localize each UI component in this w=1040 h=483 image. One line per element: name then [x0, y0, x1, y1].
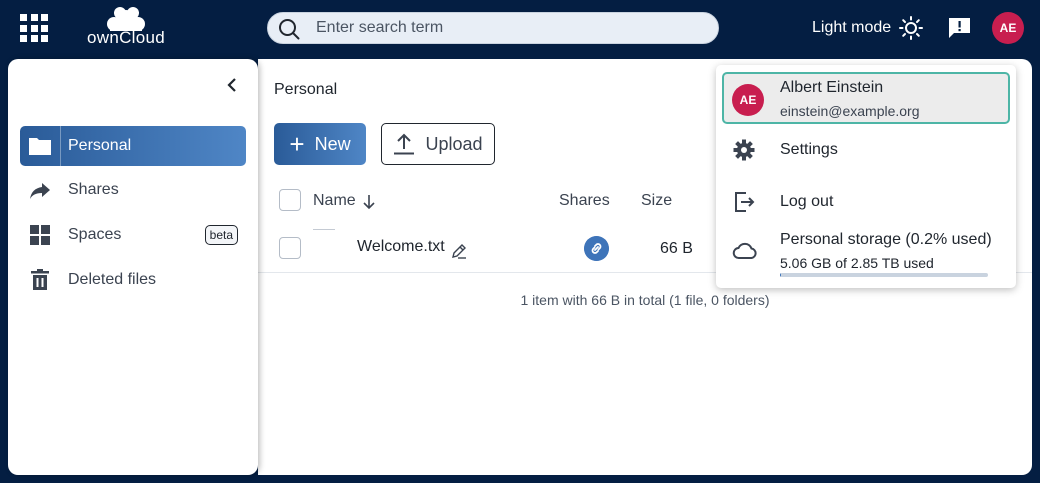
sun-icon — [899, 16, 924, 40]
sidebar-item-spaces[interactable]: Spaces beta — [20, 215, 246, 255]
profile-name: Albert Einstein — [780, 79, 884, 96]
profile-menu-item[interactable]: AE Albert Einstein einstein@example.org — [722, 72, 1010, 124]
grid-icon — [30, 225, 50, 245]
cloud-icon — [732, 242, 757, 259]
app-switcher-button[interactable] — [20, 14, 48, 42]
sidebar-item-label: Personal — [68, 137, 132, 154]
logout-menu-item[interactable]: Log out — [732, 188, 1002, 216]
sidebar-item-label: Deleted files — [68, 271, 157, 288]
user-menu-dropdown: AE Albert Einstein einstein@example.org … — [716, 65, 1016, 288]
file-thumbnail — [313, 229, 335, 230]
new-button-label: New — [314, 133, 351, 154]
grid-dot-icon — [20, 14, 27, 21]
logout-icon — [735, 192, 755, 212]
grid-dot-icon — [30, 14, 38, 21]
trash-icon — [31, 269, 49, 290]
folder-icon — [29, 138, 51, 155]
theme-toggle-label: Light mode — [812, 19, 892, 36]
grid-dot-icon — [20, 24, 27, 32]
column-header-shares[interactable]: Shares — [559, 192, 610, 210]
file-count-summary: 1 item with 66 B in total (1 file, 0 fol… — [520, 292, 770, 308]
grid-dot-icon — [41, 14, 48, 21]
grid-dot-icon — [30, 24, 38, 32]
search-icon — [279, 19, 300, 40]
storage-title: Personal storage (0.2% used) — [780, 231, 992, 248]
sidebar-item-label: Spaces — [68, 226, 122, 243]
file-name-link[interactable]: Welcome.txt — [357, 238, 445, 256]
plus-icon: + — [289, 129, 305, 159]
settings-label: Settings — [780, 141, 838, 158]
feedback-icon[interactable] — [948, 17, 971, 39]
theme-toggle-button[interactable]: Light mode — [812, 14, 924, 42]
grid-dot-icon — [30, 35, 38, 42]
link-share-icon[interactable] — [584, 236, 609, 261]
sidebar-item-personal[interactable]: Personal — [20, 126, 246, 166]
top-bar: ownCloud Light mode AE — [0, 0, 1040, 56]
logo-wordmark: ownCloud — [86, 28, 165, 47]
select-all-checkbox[interactable] — [279, 189, 301, 211]
storage-progress-bar — [780, 273, 988, 277]
grid-dot-icon — [41, 35, 48, 42]
owncloud-logo[interactable]: ownCloud — [80, 4, 172, 50]
row-checkbox[interactable] — [279, 237, 301, 259]
user-avatar-button[interactable]: AE — [992, 12, 1024, 44]
upload-icon — [394, 133, 415, 155]
profile-email: einstein@example.org — [780, 103, 920, 119]
file-size: 66 B — [660, 240, 693, 257]
sort-down-icon[interactable] — [362, 194, 376, 210]
sidebar-item-label: Shares — [68, 181, 119, 198]
storage-detail: 5.06 GB of 2.85 TB used — [780, 255, 934, 271]
search-bar[interactable] — [267, 12, 719, 44]
settings-menu-item[interactable]: Settings — [732, 136, 1002, 164]
avatar: AE — [732, 84, 764, 116]
upload-button-label: Upload — [425, 133, 483, 154]
column-header-name[interactable]: Name — [313, 192, 356, 210]
sidebar-item-shares[interactable]: Shares — [20, 170, 246, 210]
gear-icon — [733, 139, 755, 161]
column-header-size[interactable]: Size — [641, 192, 672, 210]
storage-quota: Personal storage (0.2% used) 5.06 GB of … — [732, 229, 1002, 279]
upload-button[interactable]: Upload — [381, 123, 495, 165]
pencil-icon[interactable] — [451, 243, 467, 259]
beta-badge: beta — [204, 225, 238, 245]
new-button[interactable]: + New — [274, 123, 366, 165]
chevron-left-icon[interactable] — [222, 75, 242, 95]
search-input[interactable] — [316, 13, 706, 43]
breadcrumb[interactable]: Personal — [274, 81, 337, 99]
sidebar-item-deleted-files[interactable]: Deleted files — [20, 260, 246, 300]
grid-dot-icon — [20, 35, 27, 42]
sidebar: Personal Shares Spaces beta Deleted file… — [8, 59, 258, 475]
share-arrow-icon — [30, 183, 50, 199]
logout-label: Log out — [780, 193, 834, 210]
grid-dot-icon — [41, 24, 48, 32]
